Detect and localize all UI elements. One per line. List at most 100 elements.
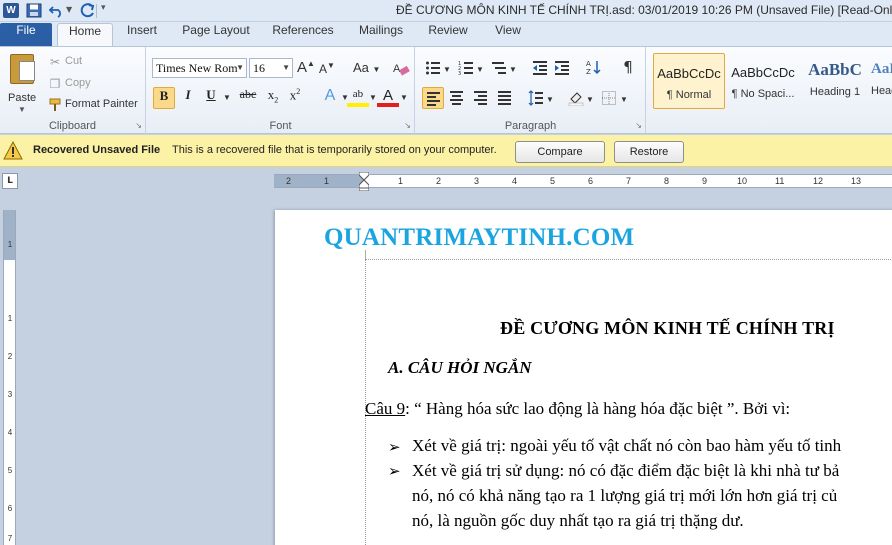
bold-button[interactable]: B [153,87,175,109]
restore-button[interactable]: Restore [614,141,684,163]
font-name-select[interactable]: Times New Rom ▼ [152,58,247,78]
ruler-label: 4 [7,428,13,437]
highlight-button[interactable]: ab [347,87,369,107]
ruler-label: 2 [436,176,442,186]
change-case-button[interactable]: Aa ▼ [353,60,380,75]
arrow-bullet-icon: ➢ [388,440,401,456]
highlight-dropdown-icon[interactable]: ▼ [369,93,377,102]
show-formatting-marks-icon[interactable]: ¶ [620,59,636,75]
multilevel-dropdown-icon[interactable]: ▼ [509,65,517,74]
decrease-indent-icon[interactable] [532,60,548,76]
ruler-label: 7 [7,534,13,543]
ruler-label: 1 [324,176,330,186]
numbering-dropdown-icon[interactable]: ▼ [476,65,484,74]
indent-marker-icon[interactable] [359,172,369,191]
ruler-label: 8 [664,176,670,186]
ruler-label: 9 [702,176,708,186]
tab-view[interactable]: View [484,23,532,46]
align-right-button[interactable] [470,87,492,109]
font-color-button[interactable]: A [377,87,399,107]
tab-selector-button[interactable]: L [2,173,18,189]
redo-icon[interactable] [80,3,96,18]
change-case-glyph: Aa [353,60,369,75]
compare-button[interactable]: Compare [515,141,605,163]
font-color-dropdown-icon[interactable]: ▼ [400,93,408,102]
tab-references[interactable]: References [266,23,340,46]
vertical-ruler[interactable]: 1 1 2 3 4 5 6 7 [3,210,16,545]
format-painter-button[interactable]: Format Painter [65,98,138,110]
ruler-top-margin [4,210,15,260]
style-name: Heading 2 [871,85,892,97]
horizontal-ruler[interactable]: 2 1 1 2 3 4 5 6 7 8 9 10 11 12 13 [274,172,892,191]
save-icon[interactable] [26,3,42,18]
word-app-icon[interactable]: W [3,3,19,18]
increase-indent-icon[interactable] [554,60,570,76]
tab-file[interactable]: File [0,23,52,46]
undo-icon[interactable] [48,3,64,18]
ruler-label: 3 [7,390,13,399]
bullets-dropdown-icon[interactable]: ▼ [443,65,451,74]
clipboard-group-label: Clipboard [48,120,97,132]
ribbon: Paste ▼ ✂ Cut ❐ Copy Format Painter Clip… [0,46,892,134]
style-heading-2[interactable]: AaB Heading 2 [871,53,892,109]
line-spacing-dropdown-icon[interactable]: ▼ [546,95,554,104]
grow-font-button[interactable]: A▲ [297,59,315,76]
undo-dropdown-icon[interactable]: ▼ [66,5,72,14]
subscript-button[interactable]: x2 [262,87,284,109]
shading-icon[interactable] [568,90,584,106]
borders-dropdown-icon[interactable]: ▼ [620,95,628,104]
clear-formatting-icon[interactable]: A [392,59,412,79]
tab-insert[interactable]: Insert [118,23,166,46]
copy-button[interactable]: Copy [65,77,91,89]
align-center-button[interactable] [446,87,468,109]
tab-review[interactable]: Review [422,23,474,46]
clipboard-dialog-launcher-icon[interactable]: ↘ [135,121,142,130]
cut-button[interactable]: Cut [65,55,82,67]
shading-dropdown-icon[interactable]: ▼ [586,95,594,104]
paragraph-group: ▼ 1 2 3 ▼ ▼ AZ ¶ ▼ ▼ ▼ Paragraph ↘ [416,47,646,134]
justify-button[interactable] [494,87,516,109]
superscript-button[interactable]: x2 [284,87,306,109]
bullets-icon[interactable] [425,60,441,76]
paragraph-dialog-launcher-icon[interactable]: ↘ [635,121,642,130]
tab-mailings[interactable]: Mailings [350,23,412,46]
font-size-select[interactable]: 16 ▼ [249,58,293,78]
strikethrough-button[interactable]: abc [235,87,261,109]
ruler-label: 11 [775,176,785,186]
ruler-label: 6 [7,504,13,513]
bullet-item[interactable]: Xét về giá trị: ngoài yếu tố vật chất nó… [412,436,841,456]
bullet-item-line[interactable]: nó, nó có khả năng tạo ra 1 lượng giá tr… [412,486,837,506]
style-normal[interactable]: AaBbCcDc ¶ Normal [653,53,725,109]
sort-icon[interactable]: AZ [586,59,602,75]
svg-text:A: A [393,63,401,75]
style-heading-1[interactable]: AaBbC Heading 1 [799,53,871,109]
numbering-icon[interactable]: 1 2 3 [458,60,474,76]
infobar-message: This is a recovered file that is tempora… [172,144,497,156]
copy-icon: ❐ [49,77,61,91]
watermark-logo: QUANTRIMAYTINH.COM [324,224,635,251]
bullet-item-line[interactable]: nó, là nguồn gốc duy nhất tạo ra giá trị… [412,511,744,531]
style-no-spacing[interactable]: AaBbCcDc ¶ No Spaci... [727,53,799,109]
tab-page-layout[interactable]: Page Layout [176,23,256,46]
document-title[interactable]: ĐỀ CƯƠNG MÔN KINH TẾ CHÍNH TRỊ [500,318,835,339]
document-page[interactable]: QUANTRIMAYTINH.COM ĐỀ CƯƠNG MÔN KINH TẾ … [275,210,892,545]
text-effects-button[interactable]: A [319,87,341,109]
italic-button[interactable]: I [177,87,199,109]
tab-home[interactable]: Home [57,23,113,46]
ribbon-tabs: File Home Insert Page Layout References … [0,22,892,46]
underline-button[interactable]: U [200,87,222,109]
borders-icon[interactable] [601,90,617,106]
shrink-font-button[interactable]: A▼ [319,61,335,76]
underline-dropdown-icon[interactable]: ▼ [223,93,231,102]
customize-quick-access-icon[interactable]: ▾ [101,3,106,13]
question-paragraph[interactable]: Câu 9: “ Hàng hóa sức lao động là hàng h… [365,399,790,419]
multilevel-list-icon[interactable] [491,60,507,76]
line-spacing-icon[interactable] [528,90,544,106]
paste-icon [10,54,35,84]
section-heading[interactable]: A. CÂU HỎI NGẮN [388,358,532,378]
paste-button[interactable]: Paste ▼ [4,51,40,117]
align-left-button[interactable] [422,87,444,109]
bullet-item-line[interactable]: Xét về giá trị sử dụng: nó có đặc điểm đ… [412,461,839,481]
svg-text:Z: Z [586,68,591,75]
font-dialog-launcher-icon[interactable]: ↘ [404,121,411,130]
